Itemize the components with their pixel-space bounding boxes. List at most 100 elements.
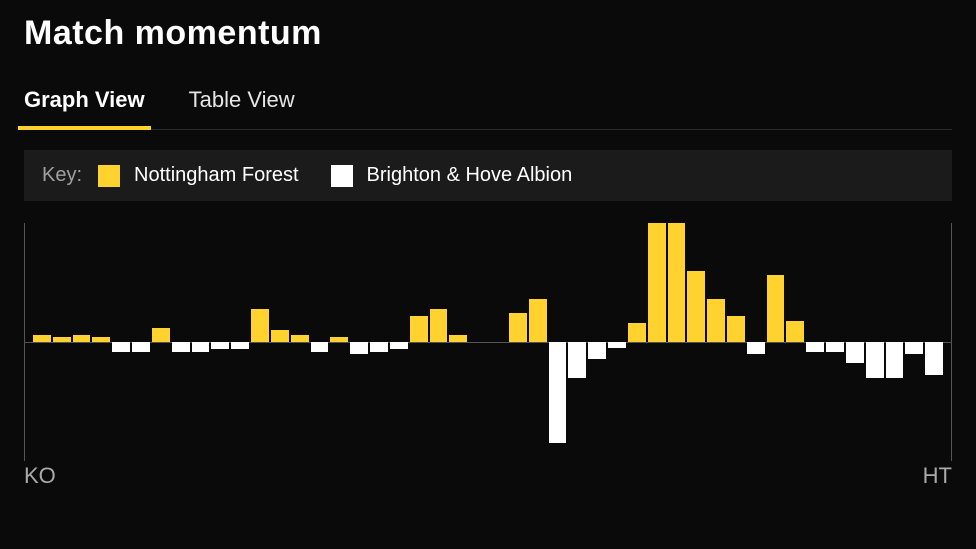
minute-slot <box>727 223 745 461</box>
bar-away <box>172 342 190 352</box>
bar-home <box>251 309 269 342</box>
bar-away <box>568 342 586 378</box>
minute-slot <box>311 223 329 461</box>
bar-away <box>370 342 388 352</box>
minute-slot <box>489 223 507 461</box>
bar-away <box>231 342 249 349</box>
bar-home <box>767 275 785 342</box>
tab-graph-view[interactable]: Graph View <box>24 87 145 129</box>
minute-slot <box>747 223 765 461</box>
minute-slot <box>668 223 686 461</box>
bar-home <box>33 335 51 342</box>
minute-slot <box>231 223 249 461</box>
bar-home <box>271 330 289 342</box>
minute-slot <box>469 223 487 461</box>
minute-slot <box>826 223 844 461</box>
bar-away <box>350 342 368 354</box>
bar-away <box>132 342 150 352</box>
bar-home <box>727 316 745 342</box>
minute-slot <box>350 223 368 461</box>
bar-home <box>786 321 804 342</box>
legend-swatch-home <box>98 165 120 187</box>
minute-slot <box>449 223 467 461</box>
bar-home <box>291 335 309 342</box>
minute-slot <box>588 223 606 461</box>
bar-away <box>192 342 210 352</box>
legend-home-team: Nottingham Forest <box>134 164 299 187</box>
bar-home <box>449 335 467 342</box>
bar-home <box>330 337 348 342</box>
minute-slot <box>529 223 547 461</box>
bar-away <box>608 342 626 348</box>
bar-away <box>549 342 567 443</box>
minute-slot <box>330 223 348 461</box>
bar-away <box>311 342 329 352</box>
minute-slot <box>846 223 864 461</box>
minute-slot <box>925 223 943 461</box>
minute-slot <box>390 223 408 461</box>
bar-home <box>648 223 666 342</box>
minute-slot <box>132 223 150 461</box>
chart-legend: Key: Nottingham Forest Brighton & Hove A… <box>24 150 952 201</box>
minute-slot <box>73 223 91 461</box>
minute-slot <box>92 223 110 461</box>
minute-slot <box>767 223 785 461</box>
chart-bars <box>33 223 943 461</box>
minute-slot <box>172 223 190 461</box>
bar-away <box>806 342 824 352</box>
bar-away <box>846 342 864 363</box>
bar-away <box>747 342 765 354</box>
minute-slot <box>866 223 884 461</box>
bar-away <box>826 342 844 352</box>
minute-slot <box>370 223 388 461</box>
minute-slot <box>707 223 725 461</box>
page-title: Match momentum <box>24 0 952 53</box>
legend-key-label: Key: <box>42 164 82 187</box>
bar-home <box>73 335 91 342</box>
momentum-chart: KO HT <box>24 223 952 483</box>
tab-table-view[interactable]: Table View <box>189 87 295 129</box>
bar-away <box>112 342 130 352</box>
minute-slot <box>608 223 626 461</box>
bar-away <box>866 342 884 378</box>
bar-home <box>707 299 725 342</box>
minute-slot <box>251 223 269 461</box>
minute-slot <box>53 223 71 461</box>
legend-swatch-away <box>331 165 353 187</box>
minute-slot <box>211 223 229 461</box>
bar-away <box>925 342 943 375</box>
minute-slot <box>152 223 170 461</box>
bar-home <box>668 223 686 342</box>
chart-x-labels: KO HT <box>24 463 952 489</box>
bar-home <box>529 299 547 342</box>
minute-slot <box>192 223 210 461</box>
bar-home <box>628 323 646 342</box>
minute-slot <box>112 223 130 461</box>
bar-home <box>430 309 448 342</box>
minute-slot <box>568 223 586 461</box>
minute-slot <box>410 223 428 461</box>
minute-slot <box>549 223 567 461</box>
minute-slot <box>905 223 923 461</box>
bar-home <box>687 271 705 342</box>
minute-slot <box>33 223 51 461</box>
minute-slot <box>628 223 646 461</box>
bar-away <box>390 342 408 349</box>
bar-home <box>92 337 110 342</box>
view-tabs: Graph View Table View <box>24 87 952 130</box>
bar-away <box>211 342 229 349</box>
chart-frame <box>24 223 952 461</box>
bar-home <box>53 337 71 342</box>
minute-slot <box>509 223 527 461</box>
minute-slot <box>886 223 904 461</box>
minute-slot <box>271 223 289 461</box>
bar-away <box>886 342 904 378</box>
bar-home <box>509 313 527 342</box>
minute-slot <box>430 223 448 461</box>
bar-home <box>152 328 170 342</box>
minute-slot <box>291 223 309 461</box>
x-label-end: HT <box>923 463 952 489</box>
bar-home <box>410 316 428 342</box>
minute-slot <box>786 223 804 461</box>
minute-slot <box>687 223 705 461</box>
